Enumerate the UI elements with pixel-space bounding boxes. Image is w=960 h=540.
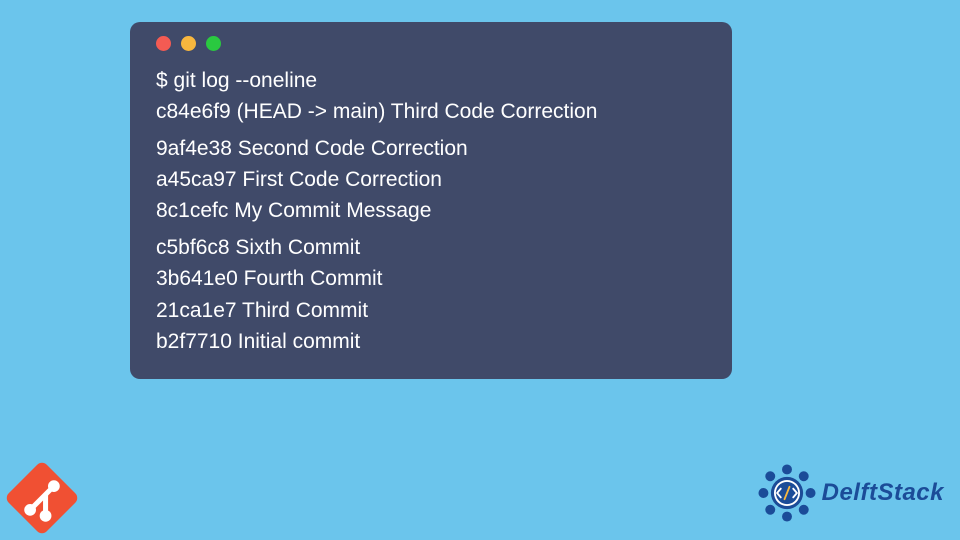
terminal-output: $ git log --oneline c84e6f9 (HEAD -> mai… bbox=[156, 65, 712, 357]
log-line: 9af4e38 Second Code Correction bbox=[156, 133, 712, 164]
command-line: $ git log --oneline bbox=[156, 65, 712, 96]
close-icon[interactable] bbox=[156, 36, 171, 51]
delftstack-badge-icon bbox=[756, 462, 818, 524]
git-logo-icon bbox=[0, 456, 84, 540]
delftstack-text: DelftStack bbox=[822, 479, 944, 507]
delftstack-logo: DelftStack bbox=[756, 462, 944, 524]
log-line: 21ca1e7 Third Commit bbox=[156, 295, 712, 326]
log-line: c84e6f9 (HEAD -> main) Third Code Correc… bbox=[156, 96, 712, 127]
minimize-icon[interactable] bbox=[181, 36, 196, 51]
log-line: c5bf6c8 Sixth Commit bbox=[156, 232, 712, 263]
log-line: 8c1cefc My Commit Message bbox=[156, 195, 712, 226]
maximize-icon[interactable] bbox=[206, 36, 221, 51]
log-line: b2f7710 Initial commit bbox=[156, 326, 712, 357]
terminal-window: $ git log --oneline c84e6f9 (HEAD -> mai… bbox=[130, 22, 732, 379]
window-controls bbox=[156, 36, 712, 51]
log-line: 3b641e0 Fourth Commit bbox=[156, 263, 712, 294]
log-line: a45ca97 First Code Correction bbox=[156, 164, 712, 195]
